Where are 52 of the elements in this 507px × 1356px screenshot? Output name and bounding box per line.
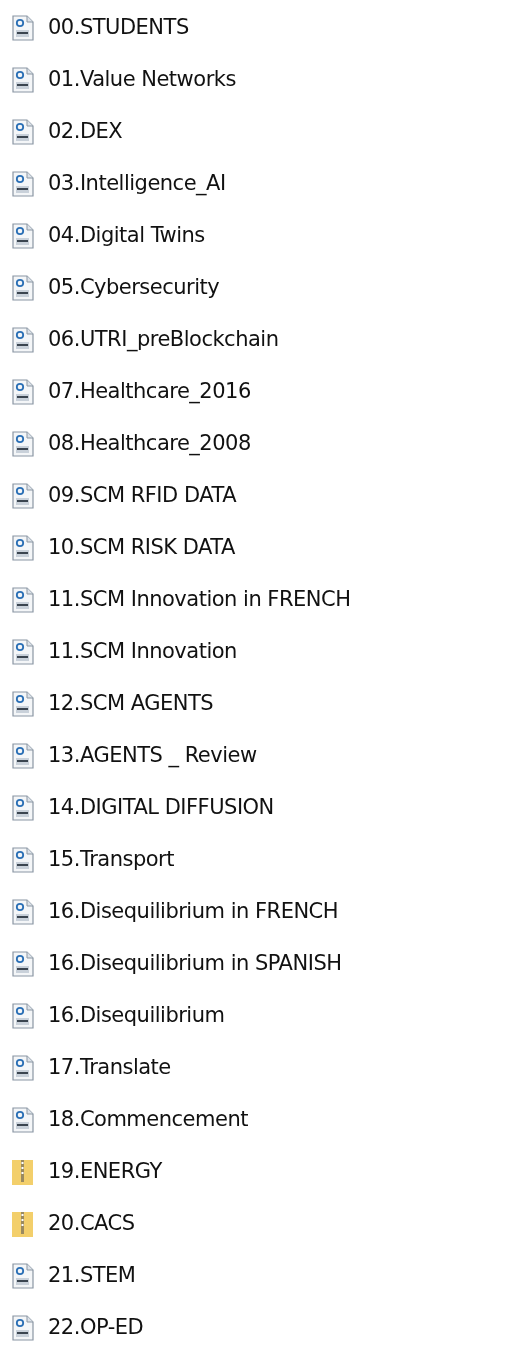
pdf-file-icon bbox=[12, 1263, 34, 1289]
pdf-file-icon bbox=[12, 795, 34, 821]
file-name[interactable]: 02.DEX bbox=[48, 116, 123, 148]
file-name[interactable]: 19.ENERGY bbox=[48, 1156, 162, 1188]
file-name[interactable]: 16.Disequilibrium in FRENCH bbox=[48, 896, 339, 928]
zip-folder-icon bbox=[12, 1211, 34, 1237]
file-name[interactable]: 03.Intelligence_AI bbox=[48, 168, 226, 200]
file-name[interactable]: 17.Translate bbox=[48, 1052, 171, 1084]
file-name[interactable]: 10.SCM RISK DATA bbox=[48, 532, 235, 564]
file-name[interactable]: 15.Transport bbox=[48, 844, 174, 876]
file-name[interactable]: 16.Disequilibrium bbox=[48, 1000, 225, 1032]
pdf-file-icon bbox=[12, 119, 34, 145]
pdf-file-icon bbox=[12, 327, 34, 353]
file-name[interactable]: 07.Healthcare_2016 bbox=[48, 376, 251, 408]
pdf-file-icon bbox=[12, 171, 34, 197]
pdf-file-icon bbox=[12, 431, 34, 457]
pdf-file-icon bbox=[12, 483, 34, 509]
pdf-file-icon bbox=[12, 1003, 34, 1029]
file-name[interactable]: 20.CACS bbox=[48, 1208, 135, 1240]
file-name[interactable]: 08.Healthcare_2008 bbox=[48, 428, 251, 460]
file-name[interactable]: 04.Digital Twins bbox=[48, 220, 205, 252]
file-name[interactable]: 22.OP-ED bbox=[48, 1312, 144, 1344]
pdf-file-icon bbox=[12, 535, 34, 561]
pdf-file-icon bbox=[12, 899, 34, 925]
pdf-file-icon bbox=[12, 587, 34, 613]
pdf-file-icon bbox=[12, 691, 34, 717]
pdf-file-icon bbox=[12, 223, 34, 249]
pdf-file-icon bbox=[12, 847, 34, 873]
pdf-file-icon bbox=[12, 275, 34, 301]
file-name[interactable]: 18.Commencement bbox=[48, 1104, 248, 1136]
pdf-file-icon bbox=[12, 743, 34, 769]
file-name[interactable]: 21.STEM bbox=[48, 1260, 136, 1292]
file-name[interactable]: 06.UTRI_preBlockchain bbox=[48, 324, 279, 356]
file-name[interactable]: 09.SCM RFID DATA bbox=[48, 480, 236, 512]
file-name[interactable]: 00.STUDENTS bbox=[48, 12, 189, 44]
file-name[interactable]: 16.Disequilibrium in SPANISH bbox=[48, 948, 342, 980]
file-name[interactable]: 12.SCM AGENTS bbox=[48, 688, 214, 720]
pdf-file-icon bbox=[12, 951, 34, 977]
pdf-file-icon bbox=[12, 67, 34, 93]
pdf-file-icon bbox=[12, 1107, 34, 1133]
file-name[interactable]: 13.AGENTS _ Review bbox=[48, 740, 257, 772]
pdf-file-icon bbox=[12, 379, 34, 405]
file-name[interactable]: 14.DIGITAL DIFFUSION bbox=[48, 792, 274, 824]
file-name[interactable]: 05.Cybersecurity bbox=[48, 272, 220, 304]
pdf-file-icon bbox=[12, 15, 34, 41]
pdf-file-icon bbox=[12, 1315, 34, 1341]
file-name[interactable]: 11.SCM Innovation bbox=[48, 636, 237, 668]
zip-folder-icon bbox=[12, 1159, 34, 1185]
pdf-file-icon bbox=[12, 639, 34, 665]
file-name[interactable]: 11.SCM Innovation in FRENCH bbox=[48, 584, 351, 616]
pdf-file-icon bbox=[12, 1055, 34, 1081]
file-name[interactable]: 01.Value Networks bbox=[48, 64, 236, 96]
